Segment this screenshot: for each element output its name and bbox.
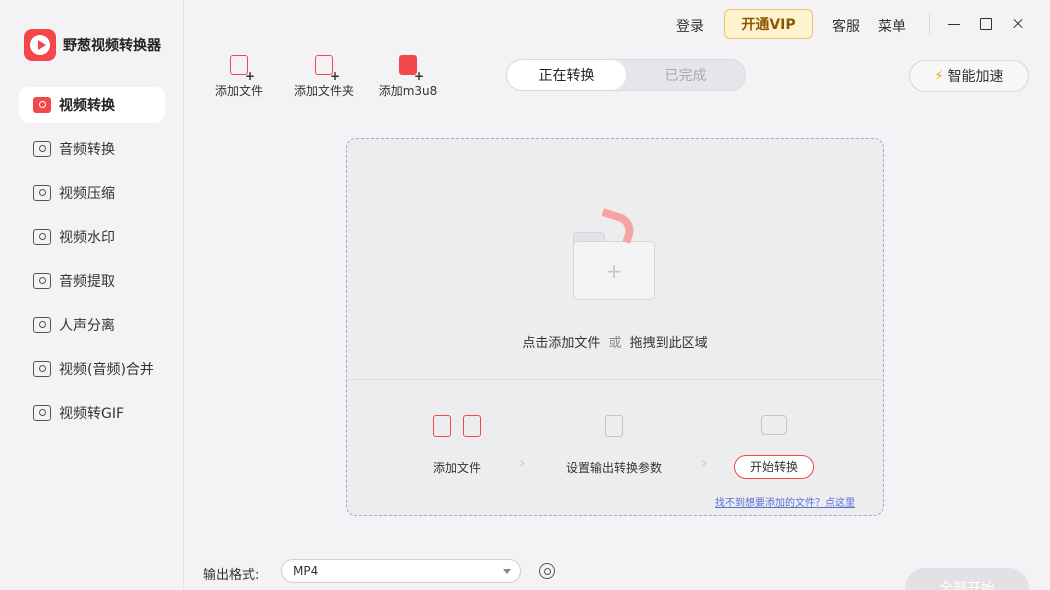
login-link[interactable]: 登录 (676, 16, 704, 36)
step-add-file: 添加文件 (417, 415, 497, 476)
tab-converting[interactable]: 正在转换 (507, 60, 626, 90)
vocal-separate-icon (33, 317, 51, 333)
output-format-label: 输出格式: (203, 568, 260, 583)
step-settings-label: 设置输出转换参数 (565, 461, 662, 475)
title-bar: 登录 开通VIP 客服 菜单 (184, 0, 1050, 50)
lightning-icon: ⚡ (934, 68, 944, 84)
app-logo: 野葱视频转换器 (24, 29, 161, 61)
start-convert-button[interactable]: 开始转换 (734, 455, 814, 479)
settings-file-icon (605, 415, 623, 437)
folder-add-icon: + (573, 232, 655, 300)
close-icon[interactable] (1008, 14, 1028, 34)
step-start: 开始转换 (733, 415, 815, 479)
sidebar-item-label: 视频水印 (59, 230, 115, 246)
menu-link[interactable]: 菜单 (878, 16, 906, 36)
video-watermark-icon (33, 229, 51, 245)
file-dropzone[interactable]: + 点击添加文件 或 拖拽到此区域 添加文件 › 设置输出转换参数 › 开始转换… (346, 138, 884, 516)
dropzone-upload-area[interactable]: + 点击添加文件 或 拖拽到此区域 (347, 139, 883, 380)
add-folder-button[interactable]: 添加文件夹 (289, 55, 359, 99)
sidebar-item-label: 音频提取 (59, 274, 115, 290)
step-arrow-icon: › (701, 453, 708, 472)
dropzone-click-text: 点击添加文件 (522, 336, 601, 351)
gif-icon (33, 405, 51, 421)
gear-icon[interactable] (539, 563, 555, 579)
customer-service-link[interactable]: 客服 (832, 16, 860, 36)
add-file-icon (230, 55, 255, 83)
minimize-icon[interactable] (944, 14, 964, 34)
sidebar-item-label: 视频压缩 (59, 186, 115, 202)
divider (929, 14, 930, 34)
status-tabs: 正在转换 已完成 (506, 59, 746, 91)
maximize-icon[interactable] (976, 14, 996, 34)
step-settings: 设置输出转换参数 (559, 415, 669, 476)
smart-acceleration-button[interactable]: ⚡ 智能加速 (909, 60, 1029, 92)
add-file-label: 添加文件 (214, 84, 263, 98)
merge-icon (33, 361, 51, 377)
add-folder-label: 添加文件夹 (293, 84, 354, 98)
sidebar: 野葱视频转换器 视频转换 音频转换 视频压缩 视频水印 音频提取 人声分离 视频… (0, 0, 184, 590)
sidebar-item-video-watermark[interactable]: 视频水印 (19, 219, 165, 255)
sidebar-item-video-gif[interactable]: 视频转GIF (19, 395, 165, 431)
sidebar-item-label: 视频转换 (59, 98, 115, 114)
start-all-button[interactable]: 全部开始 (905, 568, 1029, 590)
sidebar-item-audio-extract[interactable]: 音频提取 (19, 263, 165, 299)
dropzone-hint: 点击添加文件 或 拖拽到此区域 (347, 332, 883, 351)
output-format-value: MP4 (293, 564, 319, 578)
tab-completed[interactable]: 已完成 (626, 60, 745, 90)
sidebar-item-merge[interactable]: 视频(音频)合并 (19, 351, 165, 387)
audio-convert-icon (33, 141, 51, 157)
add-file-button[interactable]: 添加文件 (204, 55, 274, 99)
add-folder-icon (315, 55, 340, 83)
add-m3u8-label: 添加m3u8 (378, 84, 438, 98)
sidebar-item-video-convert[interactable]: 视频转换 (19, 87, 165, 123)
app-name: 野葱视频转换器 (63, 38, 161, 54)
audio-extract-icon (33, 273, 51, 289)
vip-button[interactable]: 开通VIP (724, 9, 813, 39)
dropzone-or-text: 或 (608, 336, 622, 351)
output-format-select[interactable]: MP4 (281, 559, 521, 583)
step-add-file-label: 添加文件 (432, 461, 481, 475)
video-convert-icon (33, 97, 51, 113)
sidebar-item-label: 人声分离 (59, 318, 115, 334)
sidebar-item-video-compress[interactable]: 视频压缩 (19, 175, 165, 211)
sidebar-item-label: 视频转GIF (59, 406, 125, 422)
help-link[interactable]: 找不到想要添加的文件？点这里 (715, 494, 855, 509)
sidebar-item-label: 视频(音频)合并 (59, 362, 154, 378)
sidebar-item-audio-convert[interactable]: 音频转换 (19, 131, 165, 167)
add-m3u8-button[interactable]: 添加m3u8 (373, 55, 443, 99)
sidebar-item-vocal-separate[interactable]: 人声分离 (19, 307, 165, 343)
sidebar-nav: 视频转换 音频转换 视频压缩 视频水印 音频提取 人声分离 视频(音频)合并 视… (19, 87, 165, 439)
convert-camera-icon (761, 415, 787, 435)
sidebar-item-label: 音频转换 (59, 142, 115, 158)
m3u8-file-icon (399, 55, 424, 83)
play-logo-icon (24, 29, 56, 61)
add-folder-icon (463, 415, 481, 437)
video-compress-icon (33, 185, 51, 201)
add-file-icon (433, 415, 451, 437)
dropzone-drag-text: 拖拽到此区域 (629, 336, 708, 351)
chevron-down-icon (503, 569, 511, 574)
step-arrow-icon: › (519, 453, 526, 472)
smart-acceleration-label: 智能加速 (947, 69, 1004, 85)
